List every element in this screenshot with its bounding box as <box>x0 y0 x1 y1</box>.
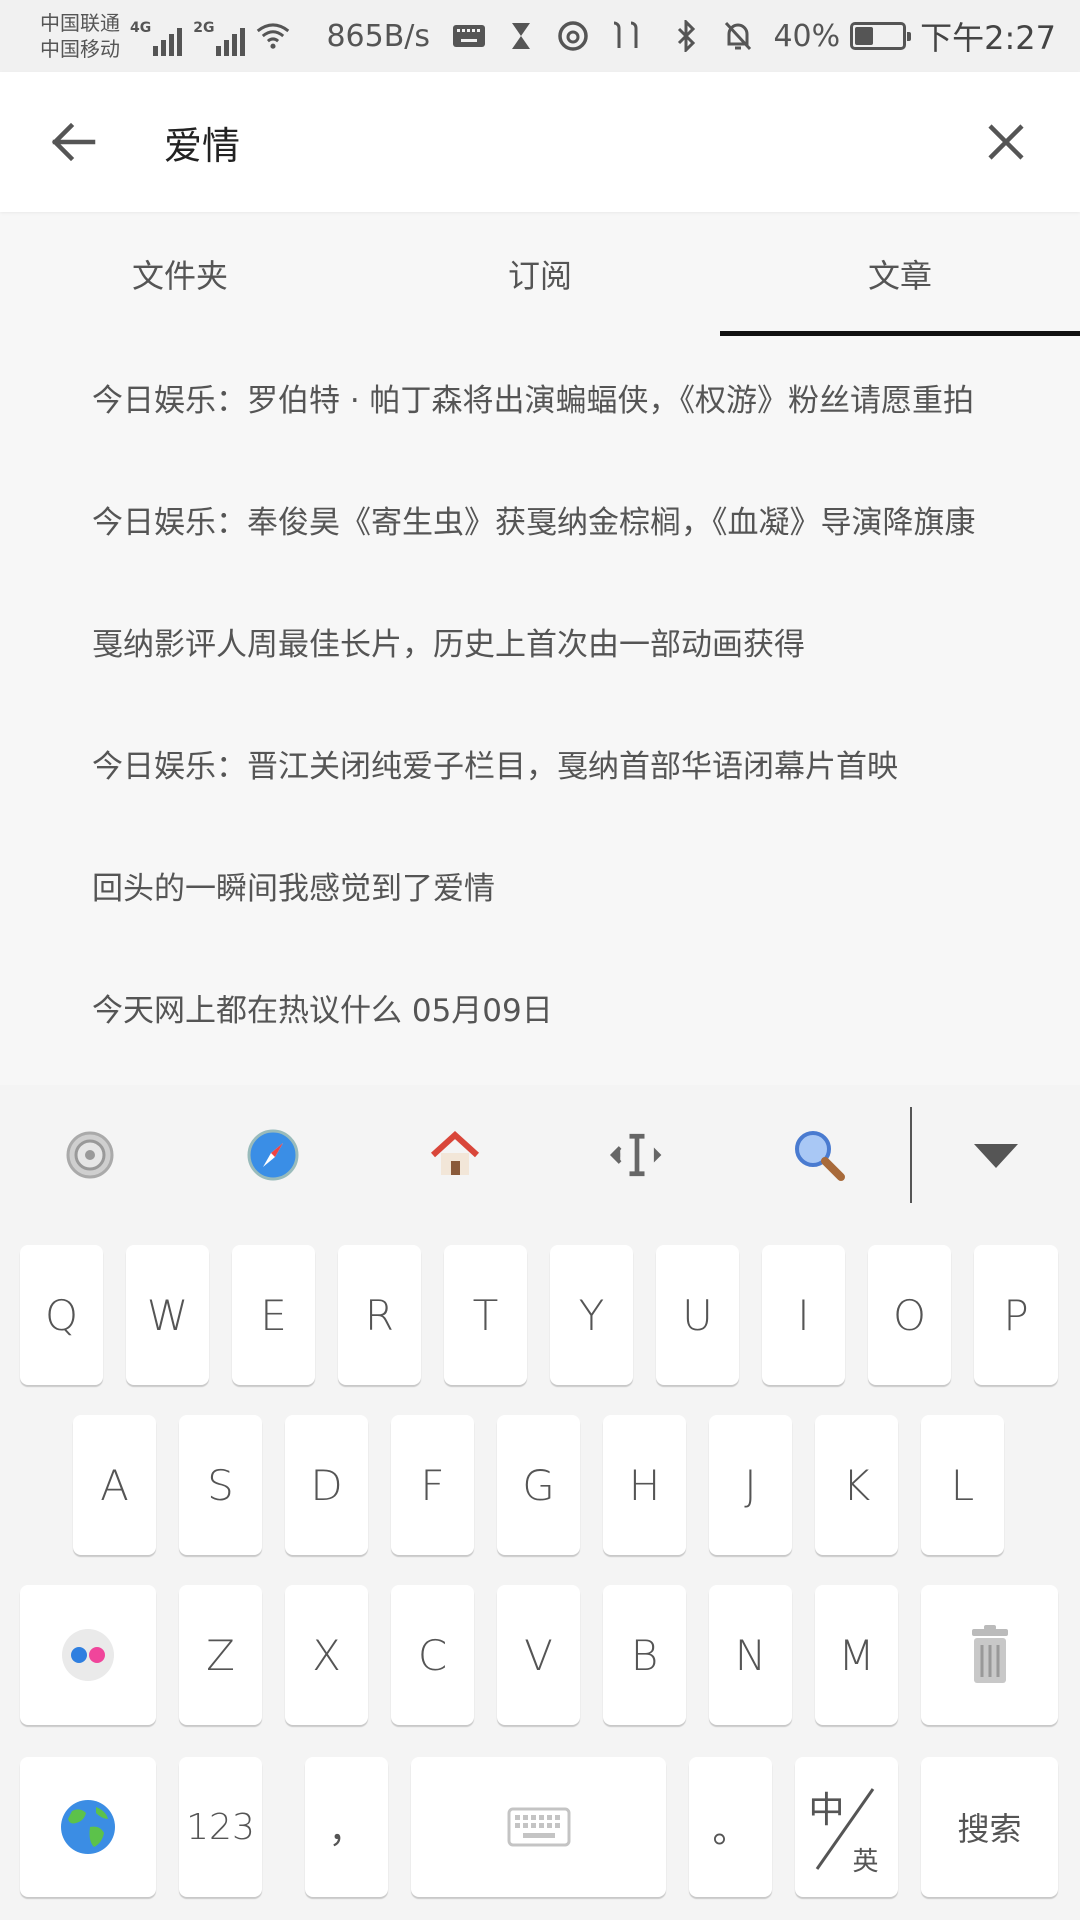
key-h[interactable]: H <box>603 1415 686 1555</box>
key-f[interactable]: F <box>391 1415 474 1555</box>
signal-1-label: 4G <box>130 20 152 36</box>
keyboard-toolbar <box>0 1085 1080 1225</box>
key-l[interactable]: L <box>921 1415 1004 1555</box>
status-bar: 中国联通 中国移动 4G 2G 865B/s 40% 下午2:27 <box>0 0 1080 72</box>
key-v[interactable]: V <box>497 1585 580 1725</box>
arrow-left-icon <box>51 122 96 162</box>
carrier-names: 中国联通 中国移动 <box>40 10 120 62</box>
collapse-keyboard-icon[interactable] <box>966 1125 1026 1185</box>
language-en-label: 英 <box>852 1847 879 1877</box>
key-b[interactable]: B <box>603 1585 686 1725</box>
numbers-key[interactable]: 123 <box>179 1757 262 1897</box>
key-q[interactable]: Q <box>20 1245 103 1385</box>
tab-articles[interactable]: 文章 <box>720 212 1080 336</box>
bluetooth-icon <box>669 19 703 53</box>
key-p[interactable]: P <box>974 1245 1058 1385</box>
toolbar-divider <box>910 1107 912 1203</box>
mute-bell-icon <box>721 19 755 53</box>
article-list: 今日娱乐：罗伯特 · 帕丁森将出演蝙蝠侠，《权游》粉丝请愿重拍 今日娱乐：奉俊昊… <box>0 336 1080 1068</box>
earbuds-icon <box>608 19 642 53</box>
compass-icon[interactable] <box>243 1125 303 1185</box>
key-e[interactable]: E <box>232 1245 315 1385</box>
list-item[interactable]: 今日娱乐：奉俊昊《寄生虫》获戛纳金棕榈，《血凝》导演降旗康 <box>0 458 1080 580</box>
home-icon[interactable] <box>425 1125 485 1185</box>
key-d[interactable]: D <box>285 1415 368 1555</box>
key-s[interactable]: S <box>179 1415 262 1555</box>
hourglass-icon <box>504 19 538 53</box>
list-item[interactable]: 回头的一瞬间我感觉到了爱情 <box>0 824 1080 946</box>
space-key[interactable] <box>411 1757 666 1897</box>
key-i[interactable]: I <box>762 1245 845 1385</box>
signal-2-label: 2G <box>193 20 215 36</box>
wifi-icon <box>256 19 290 53</box>
comma-key[interactable]: ， <box>305 1757 388 1897</box>
flickr-dots-icon <box>62 1629 114 1681</box>
settings-icon[interactable] <box>60 1125 120 1185</box>
key-w[interactable]: W <box>126 1245 209 1385</box>
clear-search-button[interactable] <box>966 102 1046 182</box>
key-x[interactable]: X <box>285 1585 368 1725</box>
key-c[interactable]: C <box>391 1585 474 1725</box>
signal-1-icon: 4G <box>130 16 185 56</box>
keyboard-icon <box>507 1807 570 1847</box>
keyboard-icon <box>452 19 486 53</box>
delete-key[interactable] <box>921 1585 1058 1725</box>
result-tabs: 文件夹 订阅 文章 <box>0 212 1080 336</box>
period-key[interactable]: 。 <box>689 1757 772 1897</box>
language-switch-key[interactable]: 中 英 <box>795 1757 898 1897</box>
close-icon <box>988 124 1024 160</box>
language-switch-glyph: 中 英 <box>807 1777 887 1877</box>
key-n[interactable]: N <box>709 1585 792 1725</box>
netease-music-icon <box>556 19 590 53</box>
search-header: 爱情 <box>0 72 1080 212</box>
list-item[interactable]: 戛纳影评人周最佳长片，历史上首次由一部动画获得 <box>0 580 1080 702</box>
key-a[interactable]: A <box>73 1415 156 1555</box>
battery-percent: 40% <box>773 18 841 54</box>
list-item[interactable]: 今天网上都在热议什么 05月09日 <box>0 946 1080 1068</box>
cursor-move-icon[interactable] <box>607 1125 667 1185</box>
emoji-key[interactable] <box>20 1585 156 1725</box>
key-j[interactable]: J <box>709 1415 792 1555</box>
signal-2-icon: 2G <box>193 16 248 56</box>
key-y[interactable]: Y <box>550 1245 633 1385</box>
search-icon[interactable] <box>789 1125 849 1185</box>
key-m[interactable]: M <box>815 1585 898 1725</box>
search-input[interactable]: 爱情 <box>164 115 966 170</box>
globe-icon <box>61 1800 115 1854</box>
carrier-1: 中国联通 <box>40 11 120 35</box>
key-u[interactable]: U <box>656 1245 739 1385</box>
carrier-2: 中国移动 <box>40 37 120 61</box>
key-g[interactable]: G <box>497 1415 580 1555</box>
soft-keyboard: Q W E R T Y U I O P A S D F G H J K L Z … <box>0 1085 1080 1920</box>
net-speed: 865B/s <box>326 18 431 54</box>
key-r[interactable]: R <box>338 1245 421 1385</box>
tab-subscriptions[interactable]: 订阅 <box>360 212 720 336</box>
tab-folders[interactable]: 文件夹 <box>0 212 360 336</box>
key-o[interactable]: O <box>868 1245 951 1385</box>
key-k[interactable]: K <box>815 1415 898 1555</box>
key-z[interactable]: Z <box>179 1585 262 1725</box>
battery-fill <box>855 27 874 45</box>
list-item[interactable]: 今日娱乐：晋江关闭纯爱子栏目，戛纳首部华语闭幕片首映 <box>0 702 1080 824</box>
back-button[interactable] <box>34 102 114 182</box>
trash-icon <box>971 1625 1008 1683</box>
search-key[interactable]: 搜索 <box>921 1757 1058 1897</box>
battery-icon <box>850 22 912 50</box>
list-item[interactable]: 今日娱乐：罗伯特 · 帕丁森将出演蝙蝠侠，《权游》粉丝请愿重拍 <box>0 336 1080 458</box>
globe-key[interactable] <box>20 1757 156 1897</box>
key-t[interactable]: T <box>444 1245 527 1385</box>
clock: 下午2:27 <box>920 19 1056 57</box>
